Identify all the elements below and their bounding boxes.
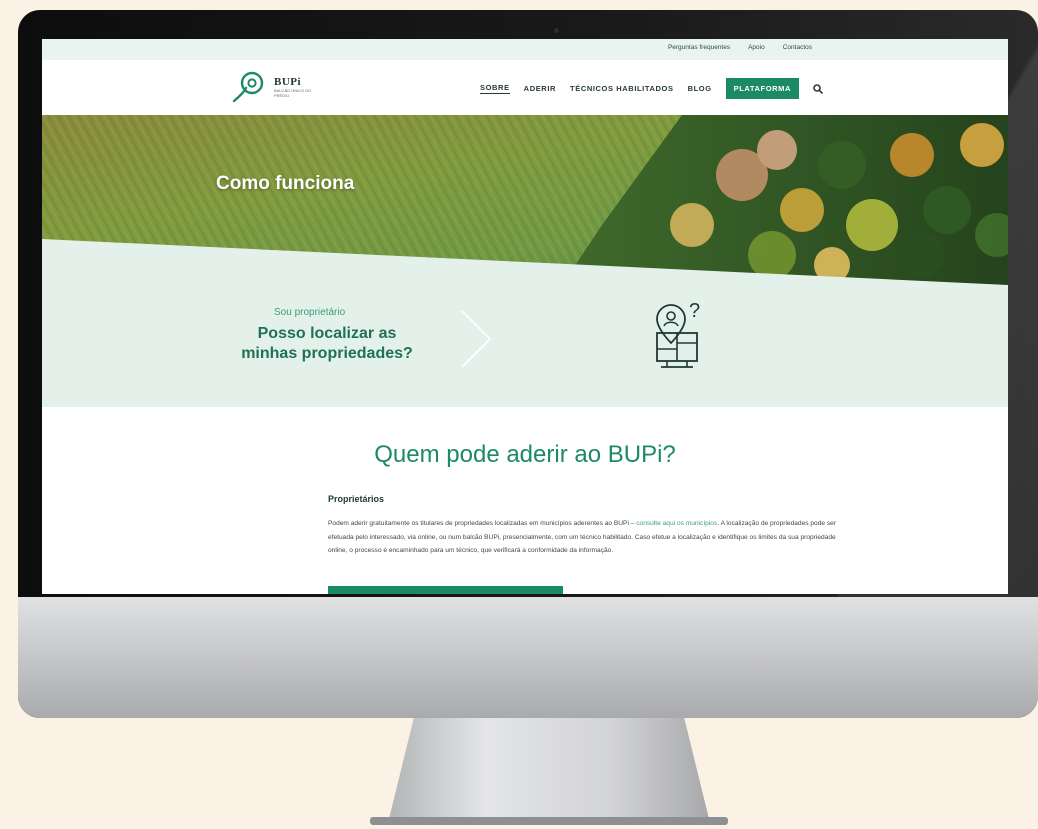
question-kicker: Sou proprietário	[274, 307, 346, 318]
nav-item-sobre[interactable]: SOBRE	[480, 83, 510, 94]
svg-text:?: ?	[689, 301, 700, 322]
section-subheading: Proprietários	[328, 494, 385, 504]
chevron-right-icon[interactable]	[458, 309, 494, 369]
monitor-stand	[388, 718, 710, 823]
question-title[interactable]: Posso localizar as minhas propriedades?	[230, 324, 424, 364]
municipalities-link[interactable]: consulte aqui os municípios	[636, 520, 717, 527]
camera-dot	[554, 28, 559, 33]
top-utility-bar: Perguntas frequentes Apoio Contactos	[42, 39, 1008, 60]
link-contacts[interactable]: Contactos	[783, 44, 812, 51]
section-title: Quem pode aderir ao BUPi?	[374, 441, 676, 468]
nav-item-aderir[interactable]: ADERIR	[524, 84, 556, 93]
website-screen: Perguntas frequentes Apoio Contactos BUP…	[42, 39, 1008, 594]
logo-subtitle: BALCÃO ÚNICO DO PRÉDIO	[274, 88, 312, 98]
link-faq[interactable]: Perguntas frequentes	[668, 44, 730, 51]
cta-button[interactable]	[328, 586, 563, 594]
hero-diagonal-edge	[42, 239, 1008, 289]
owner-location-question-icon: ?	[656, 301, 700, 368]
monitor-chin	[18, 597, 1038, 718]
hero-title: Como funciona	[216, 173, 355, 194]
paragraph-start: Podem aderir gratuitamente os titulares …	[328, 520, 637, 527]
logo-name: BUPi	[274, 76, 302, 88]
logo-text: BUPi BALCÃO ÚNICO DO PRÉDIO	[274, 76, 312, 98]
search-icon[interactable]	[813, 83, 823, 94]
site-logo[interactable]: BUPi BALCÃO ÚNICO DO PRÉDIO	[230, 70, 312, 104]
monitor-stand-base	[370, 817, 728, 825]
main-nav: SOBRE ADERIR TÉCNICOS HABILITADOS BLOG P…	[480, 78, 823, 99]
nav-item-tecnicos[interactable]: TÉCNICOS HABILITADOS	[570, 84, 674, 93]
site-header: BUPi BALCÃO ÚNICO DO PRÉDIO SOBRE ADERIR…	[42, 60, 1008, 115]
section-paragraph: Podem aderir gratuitamente os titulares …	[328, 517, 838, 558]
nav-item-blog[interactable]: BLOG	[688, 84, 712, 93]
platform-button[interactable]: PLATAFORMA	[725, 78, 800, 99]
utility-links: Perguntas frequentes Apoio Contactos	[668, 44, 812, 51]
location-pin-logo-icon	[232, 71, 264, 103]
link-support[interactable]: Apoio	[748, 44, 765, 51]
